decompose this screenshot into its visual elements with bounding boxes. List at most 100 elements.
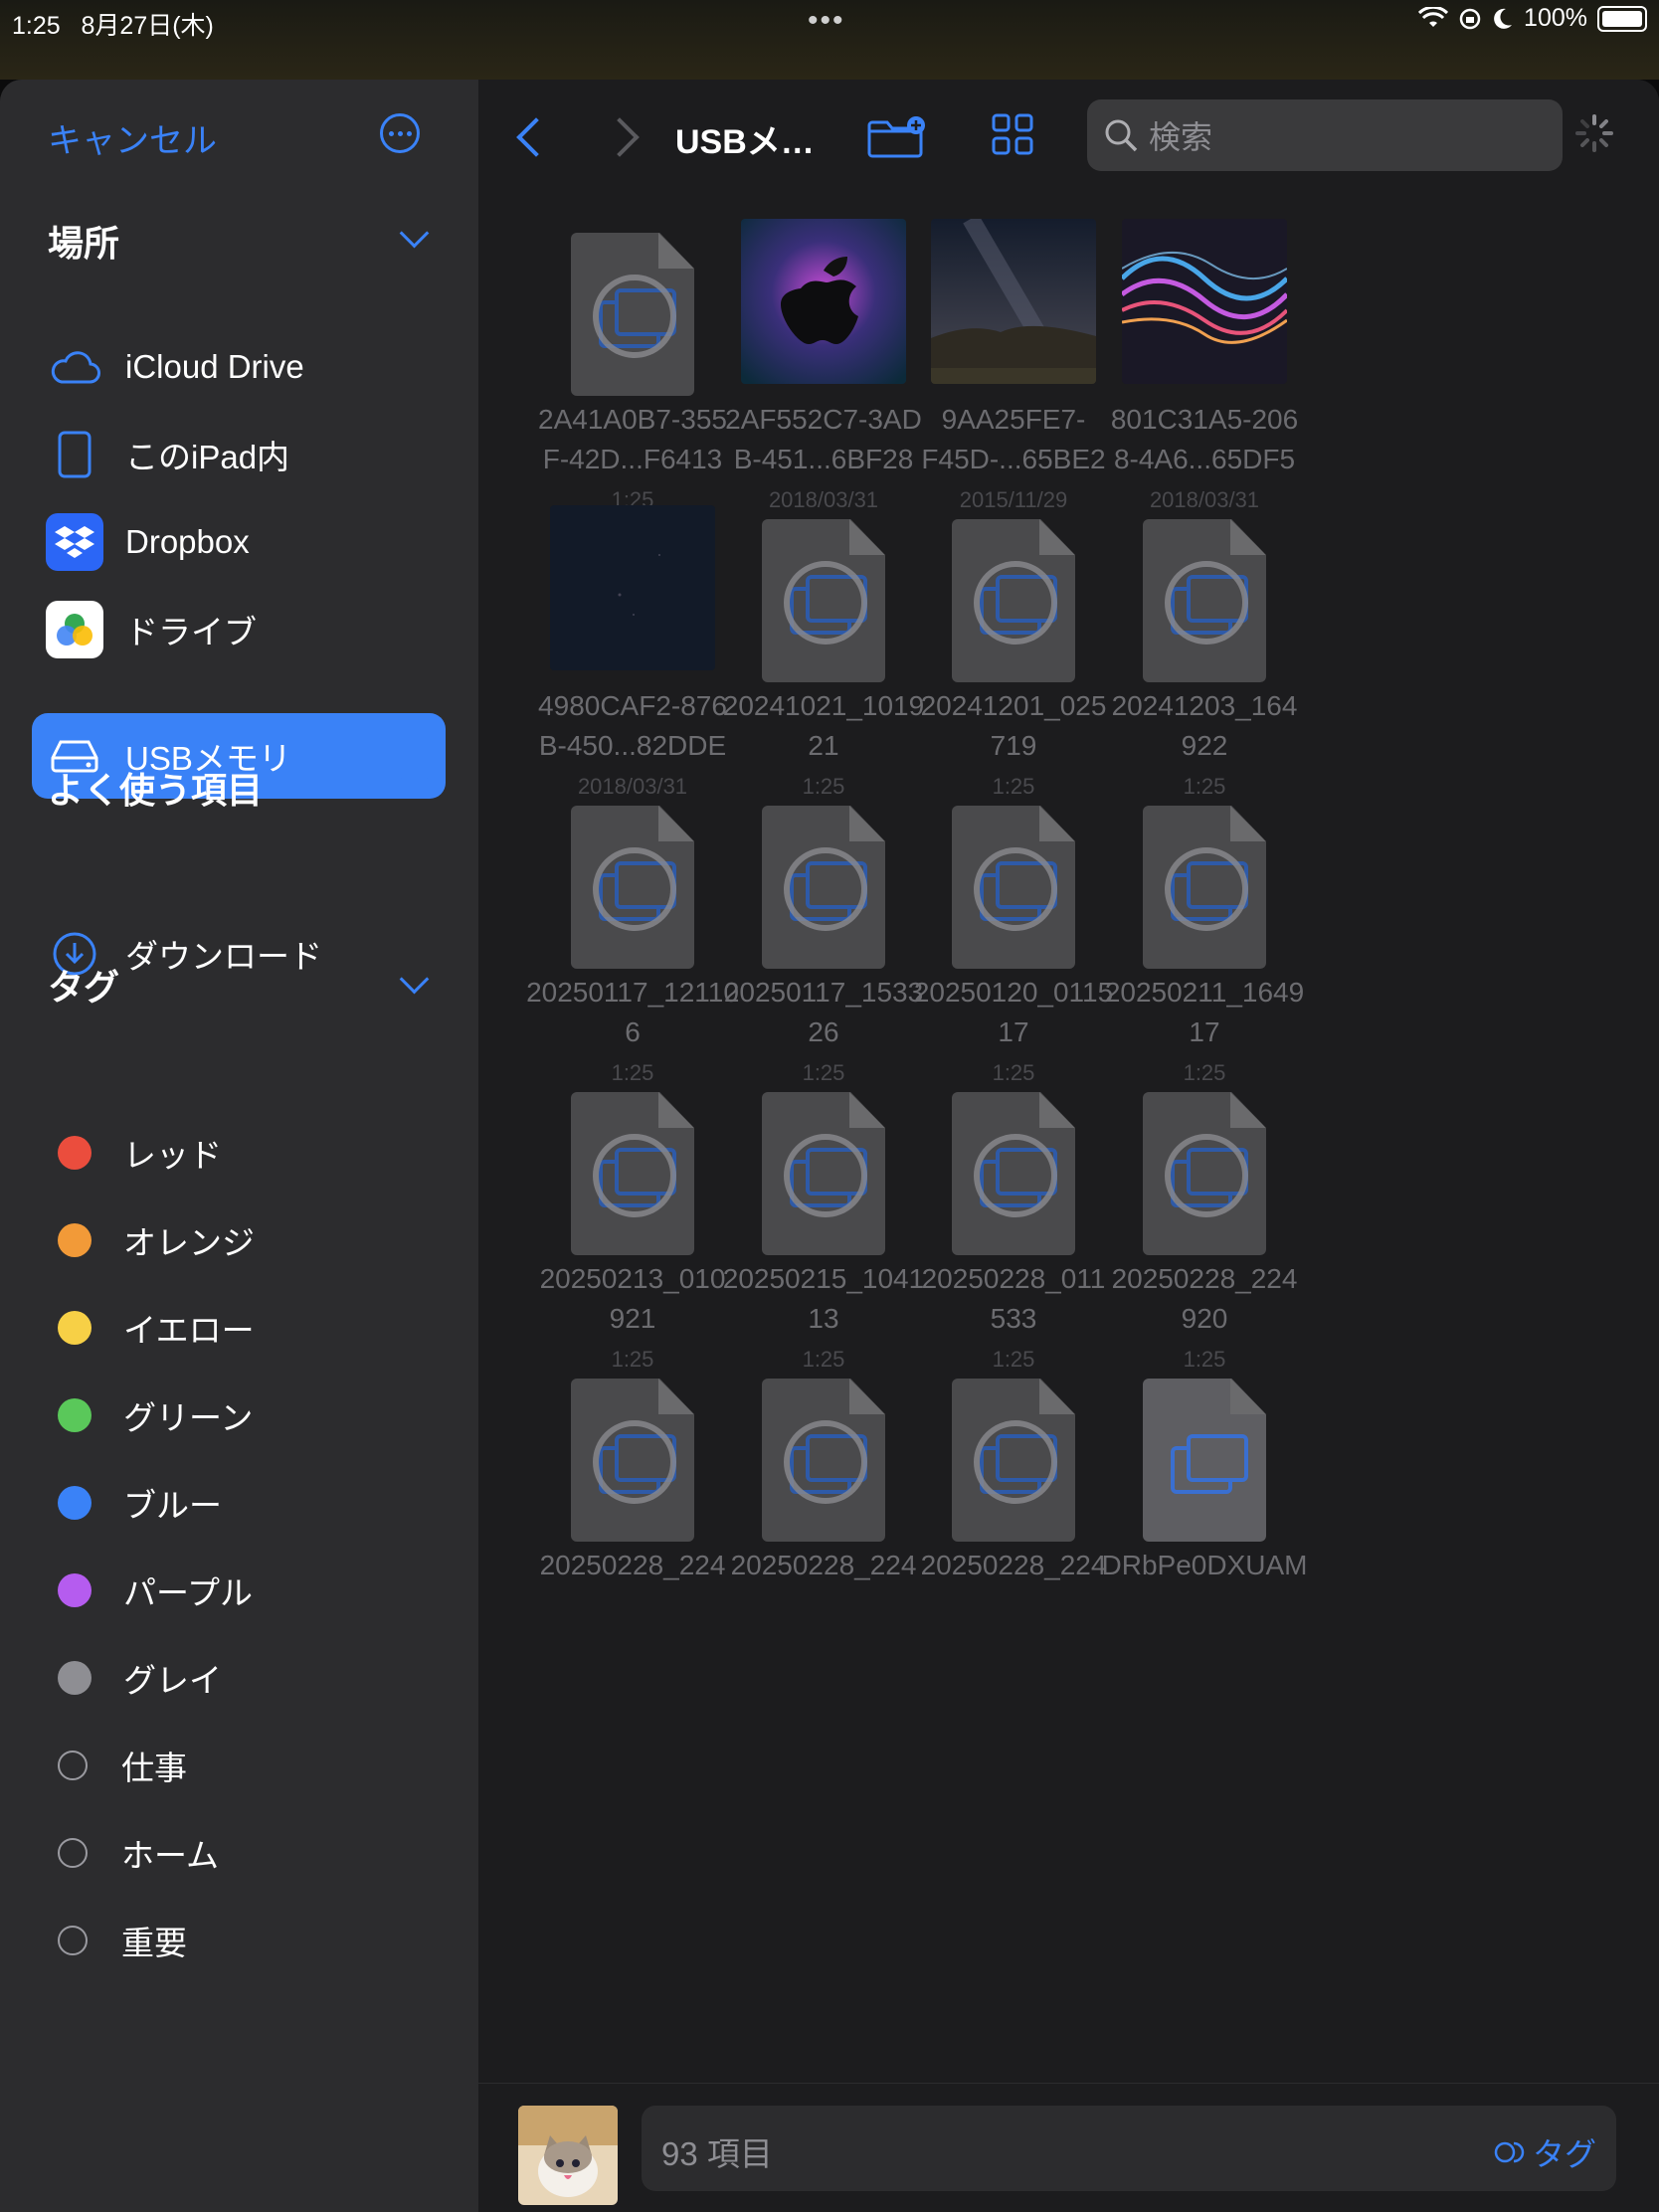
document-icon [762, 519, 885, 682]
image-thumbnail [741, 219, 906, 389]
sidebar-item-label: このiPad内 [125, 439, 290, 475]
status-clock: 1:25 [12, 12, 61, 40]
sidebar-tag-important[interactable]: 重要 [32, 1898, 446, 1983]
tag-label: ホーム [121, 1837, 220, 1874]
battery-icon [1597, 5, 1647, 32]
file-picker-sheet: キャンセル 場所 iCloud Drive このiPad内 Dropbox ドラ… [0, 80, 1659, 2212]
tag-button[interactable]: タグ [1493, 2129, 1596, 2175]
sidebar: キャンセル 場所 iCloud Drive このiPad内 Dropbox ドラ… [0, 80, 478, 2212]
document-icon [762, 1379, 885, 1542]
status-bar: 1:25 8月27日(木) ••• 100% [0, 0, 1659, 80]
tag-label: グリーン [123, 1399, 254, 1436]
sidebar-item-dropbox[interactable]: Dropbox [32, 499, 446, 585]
rotation-lock-icon [1459, 8, 1481, 29]
tag-yellow-dot-icon [58, 1311, 92, 1345]
grid-view-icon[interactable] [992, 113, 1033, 155]
section-title-favorites: よく使う項目 [48, 770, 264, 811]
tag-green-dot-icon [58, 1398, 92, 1432]
sidebar-tag-blue[interactable]: ブルー [32, 1460, 446, 1546]
document-icon [952, 1092, 1075, 1255]
file-name-line2: 17 [1189, 1016, 1220, 1047]
chevron-down-icon[interactable] [399, 218, 430, 249]
dropbox-icon [46, 513, 103, 571]
tag-label: イエロー [123, 1312, 255, 1349]
section-title-locations: 場所 [48, 223, 120, 264]
wifi-icon [1418, 6, 1449, 27]
back-button[interactable] [516, 117, 556, 157]
sidebar-tag-green[interactable]: グリーン [32, 1373, 446, 1458]
search-input[interactable]: 検索 [1087, 99, 1563, 171]
file-item[interactable]: 20241203_164 922 1:25 [1090, 505, 1319, 799]
sidebar-tag-work[interactable]: 仕事 [32, 1723, 446, 1808]
sidebar-tag-gray[interactable]: グレイ [32, 1635, 446, 1721]
tag-label: オレンジ [123, 1224, 255, 1261]
file-item[interactable]: 20250211_1649 17 1:25 [1090, 792, 1319, 1085]
tag-empty-circle-icon [58, 1926, 88, 1955]
tag-label: パープル [123, 1574, 254, 1611]
tag-label: レッド [123, 1137, 222, 1174]
tag-label: タグ [1532, 2136, 1596, 2172]
sidebar-item-google-drive[interactable]: ドライブ [32, 587, 446, 672]
search-placeholder: 検索 [1149, 119, 1213, 155]
document-icon [1143, 806, 1266, 969]
tag-blue-dot-icon [58, 1486, 92, 1520]
sidebar-item-label: ダウンロード [125, 938, 322, 975]
status-date: 8月27日(木) [81, 12, 214, 40]
sidebar-item-label: iCloud Drive [125, 348, 304, 385]
document-icon [1143, 1092, 1266, 1255]
file-name-line2: 922 [1181, 730, 1228, 761]
tag-toggle-icon [1494, 2141, 1525, 2163]
document-icon [952, 806, 1075, 969]
new-folder-icon[interactable] [866, 115, 928, 159]
sidebar-item-label: Dropbox [125, 523, 250, 560]
file-name-line1: DRbPe0DXUAM [1101, 1550, 1308, 1580]
multitasking-dots[interactable]: ••• [808, 4, 845, 38]
cancel-button[interactable]: キャンセル [48, 113, 217, 162]
status-time: 1:25 8月27日(木) [12, 6, 214, 42]
file-item[interactable]: 20250228_224 920 1:25 [1090, 1078, 1319, 1372]
document-icon [571, 1379, 694, 1542]
tag-red-dot-icon [58, 1136, 92, 1170]
status-indicators: 100% [1418, 4, 1647, 33]
document-icon [571, 1092, 694, 1255]
tag-label: 仕事 [121, 1750, 187, 1786]
tag-empty-circle-icon [58, 1751, 88, 1780]
search-icon [1105, 119, 1138, 152]
image-thumbnail [1120, 219, 1289, 389]
battery-percent: 100% [1524, 4, 1587, 32]
document-icon [952, 1379, 1075, 1542]
file-name-line2: 8-4A6...65DF5 [1113, 444, 1296, 474]
sidebar-tag-home[interactable]: ホーム [32, 1810, 446, 1896]
loading-spinner-icon [1575, 114, 1613, 152]
tag-gray-dot-icon [58, 1661, 92, 1695]
cloud-icon [46, 338, 103, 396]
image-thumbnail [550, 505, 715, 675]
file-name-line2: 920 [1181, 1303, 1228, 1334]
sidebar-tag-yellow[interactable]: イエロー [32, 1285, 446, 1371]
toolbar: USBメ… 検索 [478, 80, 1659, 199]
tag-label: 重要 [121, 1925, 187, 1961]
item-count: 93 項目 [661, 2135, 773, 2172]
preview-thumbnail[interactable] [518, 2106, 618, 2205]
document-icon [571, 806, 694, 969]
section-title-tags: タグ [48, 967, 120, 1008]
image-thumbnail [931, 214, 1096, 389]
tag-label: ブルー [123, 1487, 222, 1524]
file-item[interactable]: DRbPe0DXUAM [1090, 1365, 1319, 1623]
document-icon [571, 233, 694, 396]
item-count-field[interactable]: 93 項目 タグ [642, 2106, 1616, 2191]
sidebar-tag-purple[interactable]: パープル [32, 1548, 446, 1633]
sidebar-item-on-my-ipad[interactable]: このiPad内 [32, 412, 446, 497]
forward-button[interactable] [600, 117, 640, 157]
sidebar-tag-orange[interactable]: オレンジ [32, 1198, 446, 1283]
google-drive-icon [46, 601, 103, 658]
file-item[interactable]: 801C31A5-2068-4A6...65DF52018/03/31264 K… [1090, 219, 1319, 548]
tag-orange-dot-icon [58, 1223, 92, 1257]
file-browser: USBメ… 検索 2A41A0B7-355 F-42D...F6413 1:25 2A… [478, 80, 1659, 2212]
sidebar-item-icloud-drive[interactable]: iCloud Drive [32, 324, 446, 410]
sidebar-tag-red[interactable]: レッド [32, 1110, 446, 1196]
more-options-button[interactable] [380, 113, 420, 153]
ipad-icon [46, 426, 103, 483]
file-name-line1: 20250211_1649 [1104, 977, 1305, 1008]
document-icon [1143, 519, 1266, 682]
